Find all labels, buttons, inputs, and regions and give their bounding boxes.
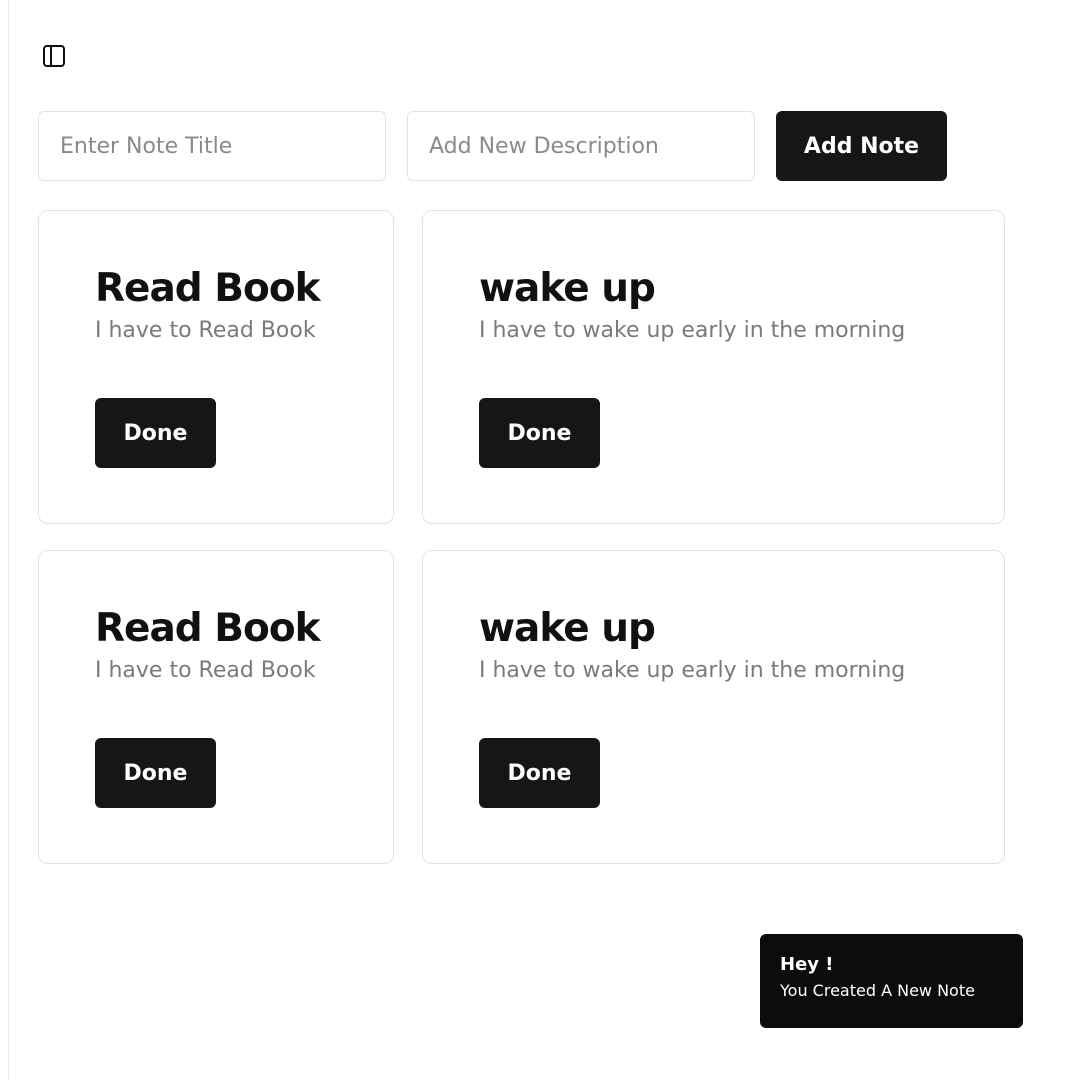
note-card: wake up I have to wake up early in the m… <box>422 210 1005 524</box>
note-card: Read Book I have to Read Book Done <box>38 210 394 524</box>
note-description: I have to Read Book <box>95 658 316 683</box>
note-title: wake up <box>479 606 656 651</box>
toast-title: Hey ! <box>780 954 834 975</box>
sidebar-toggle-icon <box>42 44 66 68</box>
notes-grid: Read Book I have to Read Book Done wake … <box>38 210 1005 864</box>
note-description: I have to wake up early in the morning <box>479 318 906 343</box>
done-button[interactable]: Done <box>479 398 600 468</box>
sidebar-divider <box>8 0 9 1080</box>
note-description: I have to Read Book <box>95 318 316 343</box>
note-description-input[interactable] <box>407 111 755 181</box>
note-description: I have to wake up early in the morning <box>479 658 906 683</box>
note-title: Read Book <box>95 266 321 311</box>
done-button[interactable]: Done <box>479 738 600 808</box>
toast-notification[interactable]: Hey ! You Created A New Note <box>760 934 1023 1028</box>
sidebar-toggle-button[interactable] <box>41 43 67 69</box>
add-note-button[interactable]: Add Note <box>776 111 947 181</box>
add-note-form: Add Note <box>38 111 947 181</box>
note-title-input[interactable] <box>38 111 386 181</box>
done-button[interactable]: Done <box>95 738 216 808</box>
note-title: Read Book <box>95 606 321 651</box>
toast-message: You Created A New Note <box>780 981 975 1000</box>
note-card: wake up I have to wake up early in the m… <box>422 550 1005 864</box>
note-card: Read Book I have to Read Book Done <box>38 550 394 864</box>
done-button[interactable]: Done <box>95 398 216 468</box>
note-title: wake up <box>479 266 656 311</box>
app-page: Add Note Read Book I have to Read Book D… <box>0 0 1080 1080</box>
